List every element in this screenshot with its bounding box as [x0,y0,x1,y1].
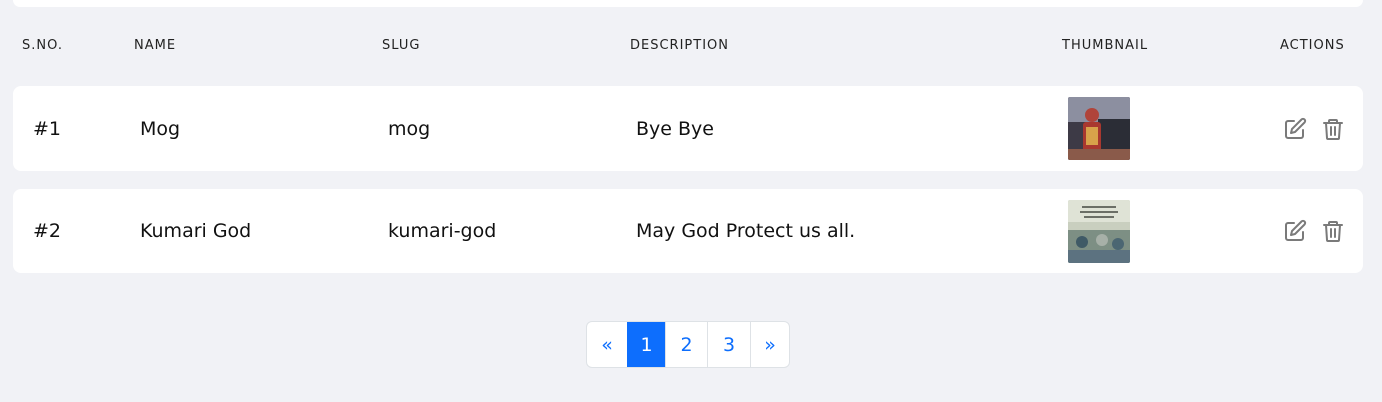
table-row: #2 Kumari God kumari-god May God Protect… [13,189,1363,273]
header-thumbnail: THUMBNAIL [1062,38,1149,53]
pagination-page-1[interactable]: 1 [627,322,665,367]
previous-card-edge [13,0,1363,7]
header-slug: SLUG [382,38,421,53]
thumbnail-image [1068,97,1130,160]
pagination-page-3[interactable]: 3 [707,322,750,367]
header-description: DESCRIPTION [630,38,729,53]
row-name: Mog [140,117,181,140]
header-actions: ACTIONS [1280,38,1345,53]
pagination-page-2[interactable]: 2 [665,322,707,367]
row-slug: kumari-god [388,220,497,242]
pagination-prev[interactable]: « [587,322,627,367]
edit-icon[interactable] [1283,219,1307,243]
trash-icon[interactable] [1321,117,1345,141]
row-slug: mog [388,117,431,140]
pagination-next[interactable]: » [750,322,789,367]
header-name: NAME [134,38,177,53]
edit-icon[interactable] [1283,117,1307,141]
thumbnail-image [1068,200,1130,263]
row-description: Bye Bye [636,117,714,140]
table-header: S.NO. NAME SLUG DESCRIPTION THUMBNAIL AC… [0,38,1382,56]
header-sno: S.NO. [22,38,63,53]
row-description: May God Protect us all. [636,220,856,242]
row-sno: #1 [33,117,62,140]
table-row: #1 Mog mog Bye Bye [13,86,1363,171]
row-name: Kumari God [140,220,252,242]
pagination: « 1 2 3 » [586,321,790,368]
row-sno: #2 [33,220,62,242]
trash-icon[interactable] [1321,219,1345,243]
